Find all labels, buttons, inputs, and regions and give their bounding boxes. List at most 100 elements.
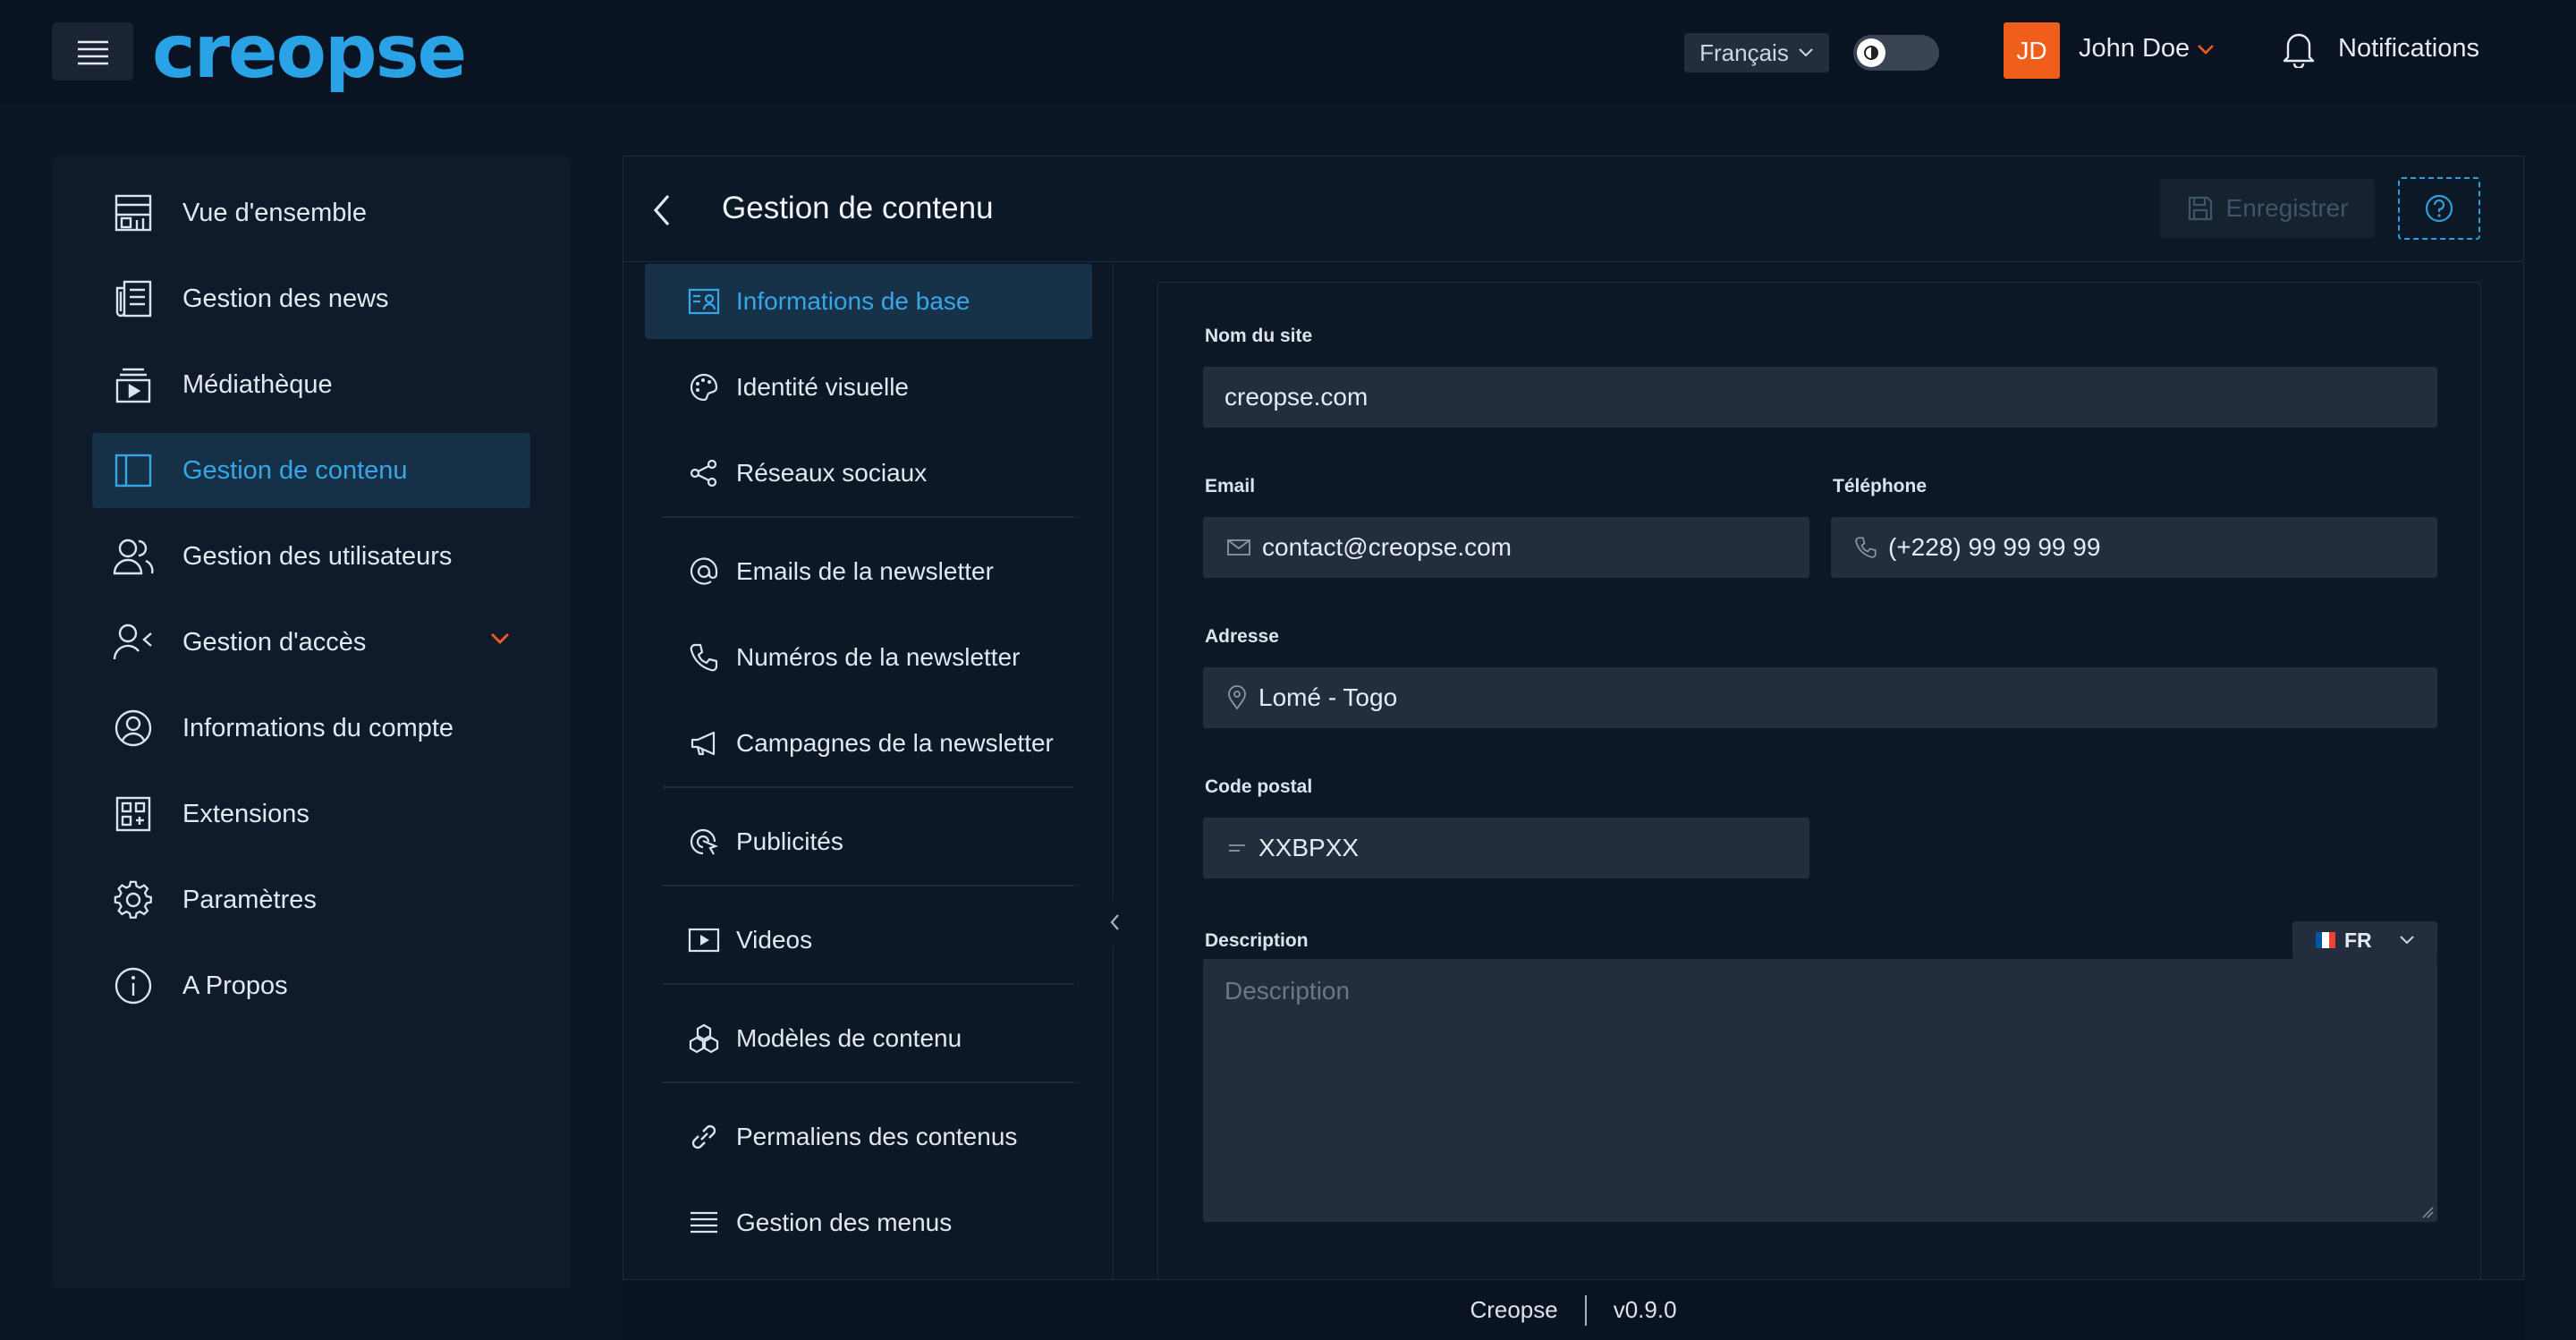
subnav-item-videos[interactable]: Videos [645,903,1092,978]
share-icon [684,458,724,488]
hamburger-icon [77,40,108,64]
subnav-item-newsletter-emails[interactable]: Emails de la newsletter [645,534,1092,609]
phone-label: Téléphone [1833,476,1928,496]
site-name-label: Nom du site [1205,326,1313,346]
subnav-item-permalinks[interactable]: Permaliens des contenus [645,1099,1092,1175]
sidebar-item-account-info[interactable]: Informations du compte [92,691,530,766]
menu-lines-icon [684,1209,724,1236]
back-arrow-icon[interactable] [650,192,674,228]
subnav-item-newsletter-numbers[interactable]: Numéros de la newsletter [645,620,1092,695]
footer-version: v0.9.0 [1613,1296,1677,1323]
phone-input[interactable]: (+228) 99 99 99 99 [1831,517,2437,578]
email-value: contact@creopse.com [1262,533,1512,561]
sidebar-item-label: Gestion de contenu [182,455,408,485]
subnav-item-label: Numéros de la newsletter [736,643,1021,671]
bell-icon [2283,33,2315,68]
postal-code-label: Code postal [1205,776,1313,797]
info-icon [105,966,162,1005]
save-label: Enregistrer [2225,194,2349,222]
content-panel: Gestion de contenu Enregistrer Informati… [623,156,2524,1340]
sidebar-item-access-management[interactable]: Gestion d'accès [92,605,530,680]
address-input[interactable]: Lomé - Togo [1203,667,2437,728]
subnav-item-label: Réseaux sociaux [736,459,928,487]
subnav-item-label: Campagnes de la newsletter [736,729,1054,757]
video-icon [684,927,724,954]
sidebar-item-about[interactable]: A Propos [92,948,530,1023]
user-menu[interactable]: John Doe [2079,34,2215,64]
id-card-icon [684,288,724,315]
subnav-item-social-networks[interactable]: Réseaux sociaux [645,436,1092,511]
postal-code-input[interactable]: XXBPXX [1203,818,1809,878]
notifications-button[interactable]: Notifications [2281,29,2479,68]
newspaper-icon [105,279,162,318]
sidebar-item-settings[interactable]: Paramètres [92,862,530,937]
subnav-item-label: Publicités [736,827,843,855]
content-subnav: Informations de base Identité visuelle R… [623,264,1131,1340]
language-label: Français [1699,38,1789,66]
subnav-item-basic-info[interactable]: Informations de base [645,264,1092,339]
sidebar-item-label: Informations du compte [182,713,454,742]
theme-toggle[interactable] [1853,35,1939,71]
footer-app-name: Creopse [1470,1296,1558,1323]
subnav-item-newsletter-campaigns[interactable]: Campagnes de la newsletter [645,706,1092,781]
subnav-item-label: Emails de la newsletter [736,557,994,585]
dashboard-icon [105,193,162,233]
ads-icon [684,827,724,857]
email-input[interactable]: contact@creopse.com [1203,517,1809,578]
sidebar-item-label: Extensions [182,799,309,828]
address-value: Lomé - Togo [1258,683,1398,711]
chevron-down-icon [1799,48,1813,57]
subnav-separator [663,983,1074,985]
sidebar-item-label: Gestion des utilisateurs [182,541,453,571]
save-button[interactable]: Enregistrer [2160,179,2375,238]
panel-header: Gestion de contenu Enregistrer [623,157,2523,262]
address-label: Adresse [1205,626,1279,647]
collapse-subnav-button[interactable] [1097,899,1131,946]
user-avatar[interactable]: JD [2004,22,2060,79]
page-title: Gestion de contenu [722,191,994,225]
subnav-item-label: Informations de base [736,287,970,315]
subnav-item-visual-identity[interactable]: Identité visuelle [645,350,1092,425]
footer: Creopse v0.9.0 [623,1279,2524,1340]
chevron-down-icon [491,633,509,644]
sidebar-item-overview[interactable]: Vue d'ensemble [92,175,530,250]
users-icon [105,537,162,576]
france-flag-icon [2316,932,2335,948]
resize-handle-icon[interactable] [2421,1206,2434,1218]
email-label: Email [1205,476,1256,496]
gear-icon [105,879,162,920]
question-circle-icon [2425,194,2453,223]
user-access-icon [105,623,162,662]
subnav-item-label: Videos [736,926,813,954]
sidebar: Vue d'ensemble Gestion des news Médiathè… [52,156,571,1288]
sidebar-item-label: Médiathèque [182,369,333,399]
map-pin-icon [1226,685,1248,710]
subnav-item-content-models[interactable]: Modèles de contenu [645,1001,1092,1076]
sidebar-item-news[interactable]: Gestion des news [92,261,530,336]
hamburger-menu-button[interactable] [52,22,133,81]
sidebar-item-label: Paramètres [182,885,317,914]
subnav-item-ads[interactable]: Publicités [645,804,1092,879]
site-name-value: creopse.com [1224,383,1368,411]
floppy-disk-icon [2188,196,2212,221]
app-logo[interactable]: creopse [152,10,467,95]
top-bar: creopse Français JD John Doe Notificatio… [0,0,2576,104]
description-textarea[interactable]: Description [1203,959,2437,1222]
sidebar-item-label: A Propos [182,971,288,1000]
help-button[interactable] [2398,177,2480,240]
site-name-input[interactable]: creopse.com [1203,367,2437,428]
subnav-item-menus[interactable]: Gestion des menus [645,1185,1092,1260]
phone-icon [1854,536,1877,559]
megaphone-icon [684,728,724,759]
sidebar-item-media-library[interactable]: Médiathèque [92,347,530,422]
sidebar-item-extensions[interactable]: Extensions [92,776,530,852]
locale-selector[interactable]: FR [2292,921,2437,959]
sidebar-item-users[interactable]: Gestion des utilisateurs [92,519,530,594]
subnav-separator [663,516,1074,518]
language-selector[interactable]: Français [1684,33,1829,72]
user-name: John Doe [2079,34,2190,63]
sidebar-item-content-management[interactable]: Gestion de contenu [92,433,530,508]
notifications-label: Notifications [2338,33,2479,63]
footer-divider [1584,1294,1587,1326]
subnav-item-label: Gestion des menus [736,1209,953,1236]
